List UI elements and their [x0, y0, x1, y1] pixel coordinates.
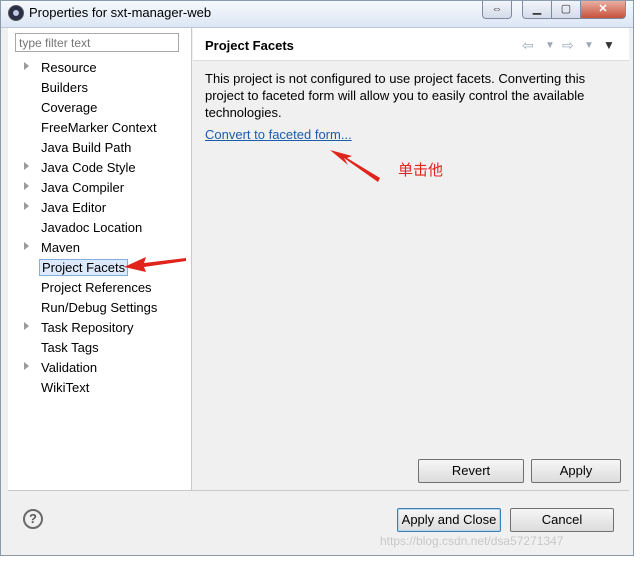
watermark: https://blog.csdn.net/dsa57271347: [380, 534, 564, 548]
view-menu-icon[interactable]: ▼: [603, 38, 615, 52]
annotation-text: 单击他: [398, 162, 444, 179]
page-title: Project Facets: [205, 38, 294, 53]
close-button[interactable]: ✕: [580, 1, 626, 19]
tree-item-label: Project Facets: [39, 259, 129, 276]
left-pane: Resource Builders Coverage FreeMarker Conte…: [8, 28, 192, 490]
expand-arrow-icon[interactable]: [24, 162, 29, 170]
tree-item[interactable]: Java Compiler: [8, 178, 191, 198]
right-pane: Project Facets ⇦ ▼ ⇨ ▼ ▼ This project is…: [193, 28, 629, 490]
tree-item[interactable]: Java Code Style: [8, 158, 191, 178]
tree-item[interactable]: Maven: [8, 238, 191, 258]
tree-item-label: Builders: [41, 80, 88, 95]
window-title: Properties for sxt-manager-web: [29, 5, 212, 20]
tree-item[interactable]: Run/Debug Settings: [8, 298, 191, 318]
forward-arrow-icon[interactable]: ⇨: [562, 37, 574, 54]
expand-arrow-icon[interactable]: [24, 182, 29, 190]
title-bar[interactable]: Properties for sxt-manager-web ⇔ ▁ ▢ ✕: [1, 1, 633, 28]
tree-item-label: Resource: [41, 60, 97, 75]
restore-arrows-button[interactable]: ⇔: [482, 1, 512, 19]
cancel-button[interactable]: Cancel: [510, 508, 614, 532]
tree-item-label: Java Compiler: [41, 180, 125, 195]
tree-item-label: Task Tags: [41, 340, 99, 355]
tree-item[interactable]: Coverage: [8, 98, 191, 118]
page-header: Project Facets ⇦ ▼ ⇨ ▼ ▼: [193, 28, 629, 61]
tree-item[interactable]: Javadoc Location: [8, 218, 191, 238]
tree-item[interactable]: Project Facets: [8, 258, 191, 278]
back-dropdown-icon[interactable]: ▼: [545, 40, 555, 51]
expand-arrow-icon[interactable]: [24, 202, 29, 210]
tree-item[interactable]: FreeMarker Context: [8, 118, 191, 138]
tree-item-label: Run/Debug Settings: [41, 300, 158, 315]
page-description: This project is not configured to use pr…: [205, 71, 586, 120]
tree-item[interactable]: WikiText: [8, 378, 191, 398]
eclipse-icon: [8, 5, 24, 21]
expand-arrow-icon[interactable]: [24, 322, 29, 330]
tree-item-label: Project References: [41, 280, 152, 295]
help-icon[interactable]: ?: [23, 509, 43, 529]
maximize-button[interactable]: ▢: [551, 1, 581, 19]
revert-button[interactable]: Revert: [418, 459, 524, 483]
filter-input[interactable]: [15, 33, 179, 52]
tree-item-label: Maven: [41, 240, 81, 255]
tree-item[interactable]: Task Tags: [8, 338, 191, 358]
apply-button[interactable]: Apply: [531, 459, 621, 483]
expand-arrow-icon[interactable]: [24, 362, 29, 370]
properties-dialog: Properties for sxt-manager-web ⇔ ▁ ▢ ✕ R…: [0, 0, 634, 556]
tree-item[interactable]: Validation: [8, 358, 191, 378]
tree-item-label: FreeMarker Context: [41, 120, 157, 135]
expand-arrow-icon[interactable]: [24, 62, 29, 70]
tree-item-label: Validation: [41, 360, 98, 375]
expand-arrow-icon[interactable]: [24, 242, 29, 250]
tree-item-label: Java Build Path: [41, 140, 132, 155]
tree-item[interactable]: Builders: [8, 78, 191, 98]
tree-item-label: WikiText: [41, 380, 90, 395]
tree-item[interactable]: Java Build Path: [8, 138, 191, 158]
back-arrow-icon[interactable]: ⇦: [522, 37, 534, 54]
minimize-button[interactable]: ▁: [522, 1, 552, 19]
tree-item-label: Javadoc Location: [41, 220, 143, 235]
forward-dropdown-icon[interactable]: ▼: [584, 40, 594, 51]
divider: [8, 490, 629, 491]
tree-item[interactable]: Java Editor: [8, 198, 191, 218]
tree-item[interactable]: Project References: [8, 278, 191, 298]
tree-item-label: Task Repository: [41, 320, 134, 335]
apply-and-close-button[interactable]: Apply and Close: [397, 508, 501, 532]
tree-item-label: Java Editor: [41, 200, 107, 215]
tree-item-label: Coverage: [41, 100, 98, 115]
tree-item[interactable]: Task Repository: [8, 318, 191, 338]
convert-faceted-link[interactable]: Convert to faceted form...: [205, 127, 352, 142]
tree-item-label: Java Code Style: [41, 160, 136, 175]
tree-item[interactable]: Resource: [8, 58, 191, 78]
